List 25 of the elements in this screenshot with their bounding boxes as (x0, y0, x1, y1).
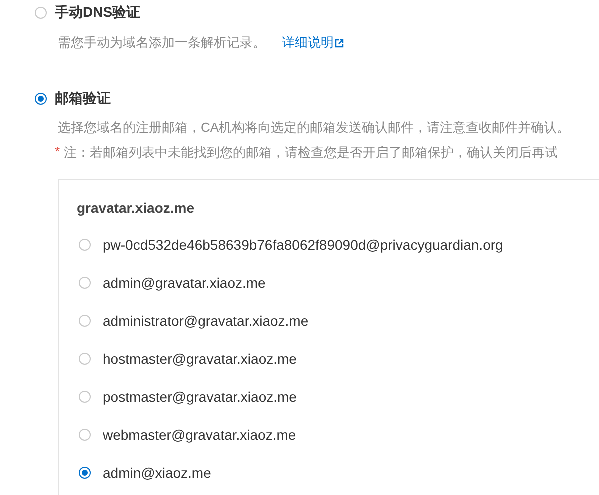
email-option: postmaster@gravatar.xiaoz.me (103, 389, 297, 405)
radio-button[interactable] (79, 353, 91, 365)
radio-button[interactable] (79, 315, 91, 327)
domain-heading: gravatar.xiaoz.me (77, 200, 196, 216)
details-link[interactable]: 详细说明 (282, 34, 344, 52)
email-option: admin@xiaoz.me (103, 465, 212, 481)
description-text: 需您手动为域名添加一条解析记录。 (58, 34, 266, 52)
radio-button[interactable] (79, 391, 91, 403)
email-option: hostmaster@gravatar.xiaoz.me (103, 351, 297, 367)
radio-button[interactable] (35, 7, 47, 19)
radio-button[interactable] (79, 239, 91, 251)
radio-button[interactable] (79, 467, 91, 479)
email-option: admin@gravatar.xiaoz.me (103, 275, 266, 291)
email-option: webmaster@gravatar.xiaoz.me (103, 427, 296, 443)
radio-button[interactable] (79, 277, 91, 289)
option-label: 手动DNS验证 (55, 4, 141, 22)
option-label: 邮箱验证 (55, 90, 111, 108)
required-mark: * (55, 144, 60, 161)
email-option: administrator@gravatar.xiaoz.me (103, 313, 309, 329)
note-text: 注：若邮箱列表中未能找到您的邮箱，请检查您是否开启了邮箱保护，确认关闭后再试 (64, 144, 558, 162)
external-link-icon (335, 38, 344, 48)
radio-button[interactable] (35, 93, 47, 105)
radio-button[interactable] (79, 429, 91, 441)
email-option: pw-0cd532de46b58639b76fa8062f89090d@privacyguardian.org (103, 237, 504, 253)
description-text: 选择您域名的注册邮箱，CA机构将向选定的邮箱发送确认邮件，请注意查收邮件并确认。 (58, 119, 570, 137)
